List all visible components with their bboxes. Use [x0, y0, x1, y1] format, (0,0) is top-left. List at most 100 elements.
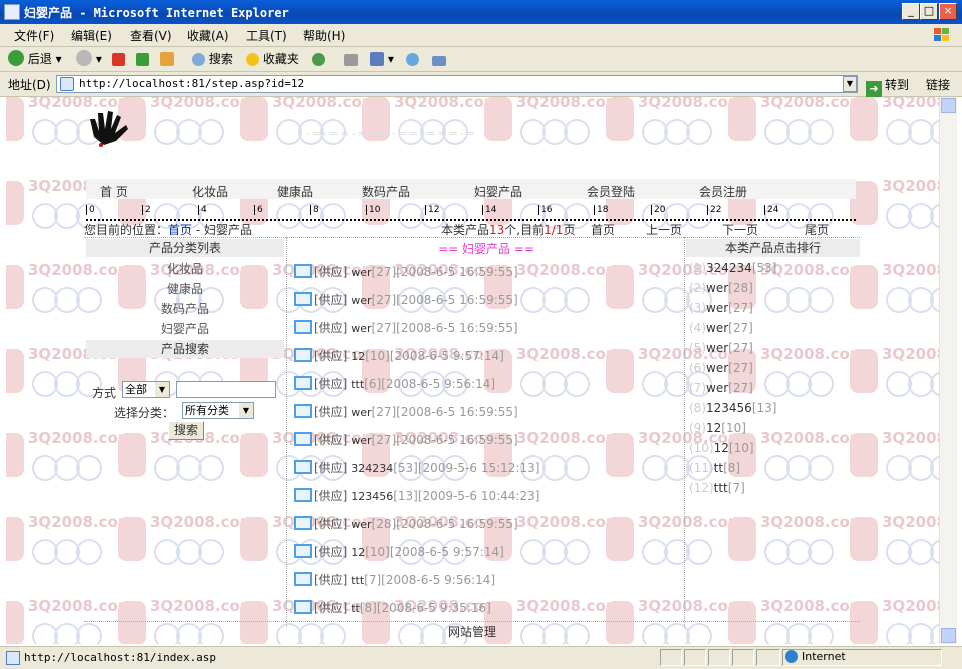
ranking-row[interactable]: (5)wer[27] [689, 341, 753, 355]
product-row[interactable]: [供应] 12[10][2008-6-5 9:57:14] [294, 543, 504, 560]
category-cosmetics[interactable]: 化妆品 [86, 260, 284, 277]
address-dropdown-button[interactable]: ▼ [843, 76, 857, 92]
nav-cosmetics[interactable]: 化妆品 [192, 183, 228, 200]
go-button[interactable]: ➜ 转到 [866, 76, 909, 97]
maximize-button[interactable]: □ [920, 3, 938, 20]
product-name[interactable]: 12 [351, 350, 365, 363]
search-mode-select[interactable]: 全部 ▼ [122, 381, 170, 398]
search-category-select[interactable]: 所有分类 ▼ [182, 402, 254, 419]
nav-maternal[interactable]: 妇婴产品 [474, 183, 522, 200]
product-row[interactable]: [供应] wer[27][2008-6-5 16:59:55] [294, 431, 518, 448]
menu-view[interactable]: 查看(V) [130, 27, 172, 44]
menu-favorites[interactable]: 收藏(A) [187, 27, 229, 44]
ranking-name[interactable]: wer [706, 281, 728, 295]
search-keyword-input[interactable] [176, 381, 276, 398]
nav-health[interactable]: 健康品 [277, 183, 313, 200]
nav-digital[interactable]: 数码产品 [362, 183, 410, 200]
product-name[interactable]: ttt [351, 378, 364, 391]
scroll-down-button[interactable] [941, 628, 956, 643]
product-name[interactable]: wer [351, 406, 371, 419]
nav-home[interactable]: 首 页 [100, 183, 128, 200]
product-row[interactable]: [供应] ttt[7][2008-6-5 9:56:14] [294, 571, 495, 588]
product-name[interactable]: wer [351, 322, 371, 335]
ranking-row[interactable]: (3)wer[27] [689, 301, 753, 315]
ranking-name[interactable]: wer [706, 301, 728, 315]
minimize-button[interactable]: _ [902, 3, 920, 20]
product-row[interactable]: [供应] wer[27][2008-6-5 16:59:55] [294, 263, 518, 280]
product-name[interactable]: wer [351, 434, 371, 447]
forward-button[interactable]: ▾ [76, 50, 102, 68]
product-count: 13 [397, 489, 414, 503]
ranking-row[interactable]: (7)wer[27] [689, 381, 753, 395]
ranking-name[interactable]: wer [706, 361, 728, 375]
history-button[interactable] [312, 50, 325, 68]
home-button[interactable] [160, 50, 174, 68]
messenger-button[interactable] [406, 50, 419, 68]
footer-admin-link[interactable]: 网站管理 [84, 623, 860, 640]
product-row[interactable]: [供应] wer[27][2008-6-5 16:59:55] [294, 319, 518, 336]
menu-file[interactable]: 文件(F) [14, 27, 54, 44]
ranking-name[interactable]: ttt [714, 481, 728, 495]
product-row[interactable]: [供应] wer[28][2008-6-5 16:59:55] [294, 515, 518, 532]
ranking-name[interactable]: wer [706, 381, 728, 395]
pager-last-link[interactable]: 尾页 [805, 221, 829, 238]
category-maternal[interactable]: 妇婴产品 [86, 320, 284, 337]
nav-member-register[interactable]: 会员注册 [699, 183, 747, 200]
menu-edit[interactable]: 编辑(E) [71, 27, 112, 44]
product-row[interactable]: [供应] ttt[6][2008-6-5 9:56:14] [294, 375, 495, 392]
scroll-up-button[interactable] [941, 98, 956, 113]
edit-button[interactable]: ▾ [370, 50, 394, 68]
print-button[interactable] [344, 50, 358, 68]
product-row[interactable]: [供应] 324234[53][2009-5-6 15:12:13] [294, 459, 539, 476]
ranking-name[interactable]: wer [706, 341, 728, 355]
product-name[interactable]: 324234 [351, 462, 393, 475]
menu-tools[interactable]: 工具(T) [246, 27, 287, 44]
pager-prev-link[interactable]: 上一页 [646, 221, 682, 238]
ranking-row[interactable]: (2)wer[28] [689, 281, 753, 295]
product-name[interactable]: wer [351, 266, 371, 279]
product-name[interactable]: wer [351, 294, 371, 307]
product-name[interactable]: ttt [351, 574, 364, 587]
pager-next-link[interactable]: 下一页 [722, 221, 758, 238]
ranking-name[interactable]: wer [706, 321, 728, 335]
ranking-row[interactable]: (12)ttt[7] [689, 481, 745, 495]
stop-button[interactable] [112, 50, 125, 68]
ranking-row[interactable]: (6)wer[27] [689, 361, 753, 375]
close-button[interactable]: × [939, 3, 957, 20]
search-button[interactable]: 搜索 [192, 50, 233, 68]
product-name[interactable]: 12 [351, 546, 365, 559]
ranking-name[interactable]: tt [714, 461, 723, 475]
address-input[interactable]: http://localhost:81/step.asp?id=12 [56, 75, 858, 93]
ranking-row[interactable]: (10)12[10] [689, 441, 754, 455]
nav-member-login[interactable]: 会员登陆 [587, 183, 635, 200]
links-button[interactable]: 链接 [926, 76, 950, 93]
ranking-name[interactable]: 123456 [706, 401, 752, 415]
product-row[interactable]: [供应] 123456[13][2009-5-6 10:44:23] [294, 487, 539, 504]
ranking-row[interactable]: (11)tt[8] [689, 461, 740, 475]
product-row[interactable]: [供应] tt[8][2008-6-5 9:35:16] [294, 599, 491, 616]
product-name[interactable]: tt [351, 602, 360, 615]
ranking-row[interactable]: (4)wer[27] [689, 321, 753, 335]
pager-first-link[interactable]: 首页 [591, 221, 615, 238]
category-digital[interactable]: 数码产品 [86, 300, 284, 317]
favorites-button[interactable]: 收藏夹 [246, 50, 299, 68]
category-health[interactable]: 健康品 [86, 280, 284, 297]
back-button[interactable]: 后退 ▾ [8, 50, 62, 68]
ranking-row[interactable]: (9)12[10] [689, 421, 746, 435]
ranking-row[interactable]: (8)123456[13] [689, 401, 776, 415]
refresh-button[interactable] [136, 50, 149, 68]
menu-help[interactable]: 帮助(H) [303, 27, 345, 44]
product-row[interactable]: [供应] wer[27][2008-6-5 16:59:55] [294, 291, 518, 308]
vertical-scrollbar[interactable] [939, 97, 957, 644]
breadcrumb-home-link[interactable]: 首页 [168, 223, 192, 237]
ranking-row[interactable]: (1)324234[53] [689, 261, 776, 275]
ranking-name[interactable]: 12 [706, 421, 721, 435]
product-row[interactable]: [供应] 12[10][2008-6-5 9:57:14] [294, 347, 504, 364]
research-button[interactable] [432, 50, 446, 68]
product-row[interactable]: [供应] wer[27][2008-6-5 16:59:55] [294, 403, 518, 420]
product-name[interactable]: wer [351, 518, 371, 531]
product-name[interactable]: 123456 [351, 490, 393, 503]
search-submit-button[interactable]: 搜索 [168, 421, 204, 440]
ranking-name[interactable]: 324234 [706, 261, 752, 275]
ranking-name[interactable]: 12 [714, 441, 729, 455]
